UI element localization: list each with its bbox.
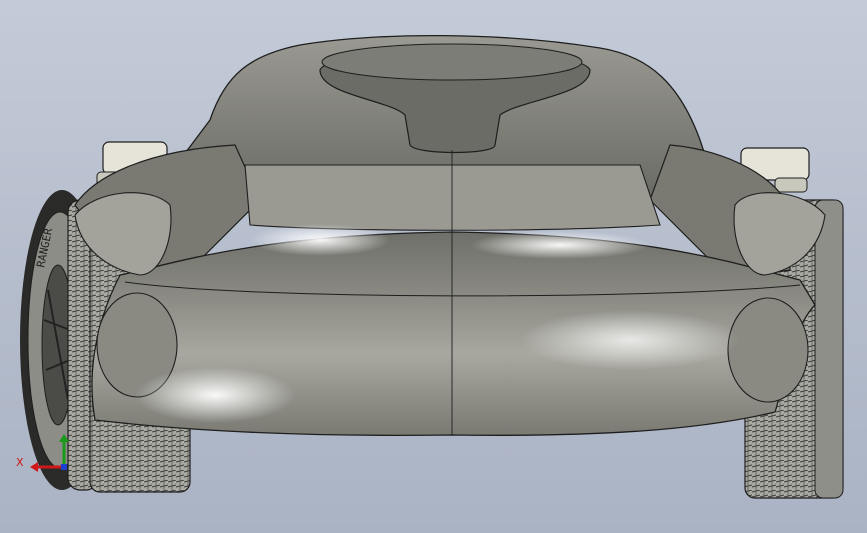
car-model-icon[interactable]: RANGER <box>0 0 867 533</box>
graphics-viewport[interactable]: RANGER X <box>0 0 867 533</box>
x-axis-label: X <box>16 456 24 469</box>
car-body <box>74 34 826 436</box>
coordinate-triad: X <box>10 430 80 485</box>
